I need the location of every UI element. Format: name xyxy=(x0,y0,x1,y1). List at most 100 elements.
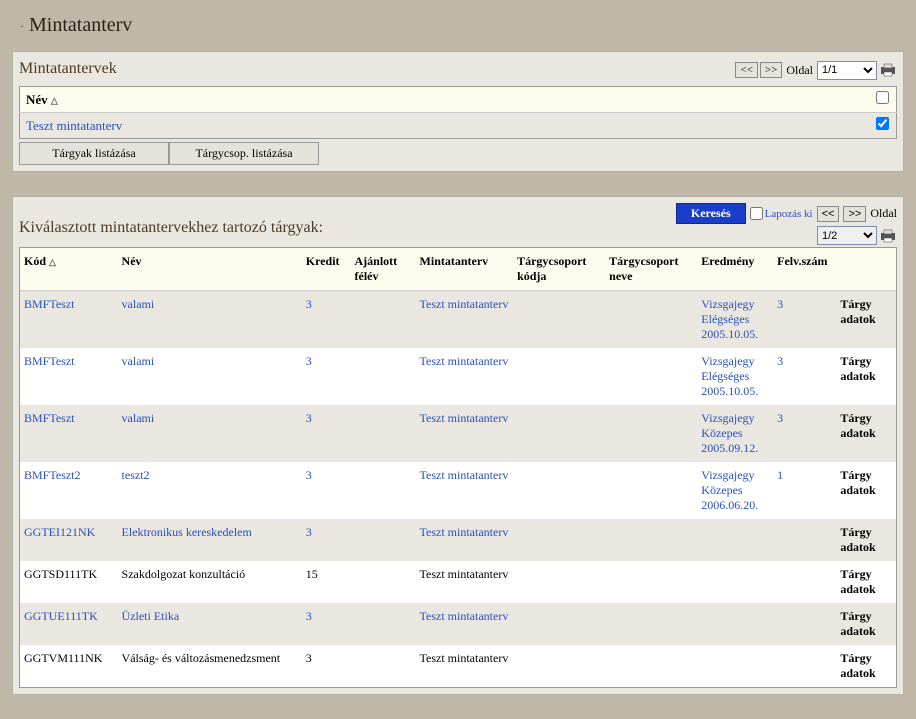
list-groups-button[interactable]: Tárgycsop. listázása xyxy=(169,142,319,165)
targy-adatok-link[interactable]: Tárgy adatok xyxy=(836,405,896,462)
col-select-all xyxy=(869,87,897,113)
cell-csoport-nev xyxy=(605,603,697,645)
cell-eredmeny xyxy=(697,645,773,687)
curriculum-checkbox[interactable] xyxy=(876,117,889,130)
curriculum-row: Teszt mintatanterv xyxy=(20,113,897,139)
cell-kredit: 3 xyxy=(302,645,351,687)
cell-kod: GGTVM111NK xyxy=(20,645,118,687)
cell-nev[interactable]: valami xyxy=(118,291,302,349)
panel2-next-button[interactable]: >> xyxy=(843,206,866,222)
sort-asc-icon: △ xyxy=(51,95,58,105)
panel1-page-select[interactable]: 1/1 xyxy=(817,61,877,80)
cell-csoport-kod xyxy=(513,561,605,603)
cell-nev[interactable]: Üzleti Etika xyxy=(118,603,302,645)
panel-curricula: Mintatantervek << >> Oldal 1/1 Név △ xyxy=(12,51,904,172)
col-nev[interactable]: Név △ xyxy=(20,87,869,113)
th-kod[interactable]: Kód △ xyxy=(20,248,118,291)
cell-kod[interactable]: BMFTeszt xyxy=(20,405,118,462)
cell-mintatanterv[interactable]: Teszt mintatanterv xyxy=(416,291,514,349)
th-ajanlott[interactable]: Ajánlott félév xyxy=(351,248,416,291)
cell-kredit: 3 xyxy=(302,519,351,561)
cell-nev[interactable]: Elektronikus kereskedelem xyxy=(118,519,302,561)
select-all-checkbox[interactable] xyxy=(876,91,889,104)
print-icon-2[interactable] xyxy=(879,229,897,243)
cell-felv xyxy=(773,561,836,603)
cell-kredit: 3 xyxy=(302,603,351,645)
curriculum-name[interactable]: Teszt mintatanterv xyxy=(20,113,869,139)
paging-off-text: Lapozás ki xyxy=(765,208,813,220)
cell-mintatanterv[interactable]: Teszt mintatanterv xyxy=(416,519,514,561)
cell-mintatanterv[interactable]: Teszt mintatanterv xyxy=(416,603,514,645)
th-csoport-nev[interactable]: Tárgycsoport neve xyxy=(605,248,697,291)
targy-adatok-link[interactable]: Tárgy adatok xyxy=(836,603,896,645)
cell-mintatanterv[interactable]: Teszt mintatanterv xyxy=(416,462,514,519)
cell-kod[interactable]: BMFTeszt2 xyxy=(20,462,118,519)
cell-csoport-nev xyxy=(605,291,697,349)
course-row: GGTUE111TKÜzleti Etika3 Teszt mintatanter… xyxy=(20,603,896,645)
cell-eredmeny[interactable]: Vizsgajegy Elégséges 2005.10.05. xyxy=(697,291,773,349)
targy-adatok-link[interactable]: Tárgy adatok xyxy=(836,291,896,349)
cell-ajanlott xyxy=(351,561,416,603)
targy-adatok-link[interactable]: Tárgy adatok xyxy=(836,462,896,519)
cell-felv xyxy=(773,603,836,645)
course-row: BMFTesztvalami3Teszt mintatantervVizsgaj… xyxy=(20,405,896,462)
targy-adatok-link[interactable]: Tárgy adatok xyxy=(836,561,896,603)
panel1-page-label: Oldal xyxy=(786,63,813,78)
th-felv[interactable]: Felv.szám xyxy=(773,248,836,291)
panel1-next-button[interactable]: >> xyxy=(760,62,782,78)
cell-ajanlott xyxy=(351,519,416,561)
cell-nev[interactable]: valami xyxy=(118,348,302,405)
cell-csoport-kod xyxy=(513,291,605,349)
cell-eredmeny xyxy=(697,519,773,561)
th-csoport-kod[interactable]: Tárgycsoport kódja xyxy=(513,248,605,291)
panel1-buttons: Tárgyak listázásaTárgycsop. listázása xyxy=(19,142,897,165)
cell-felv: 3 xyxy=(773,348,836,405)
paging-off-label[interactable]: Lapozás ki xyxy=(750,207,813,220)
targy-adatok-link[interactable]: Tárgy adatok xyxy=(836,348,896,405)
th-action xyxy=(836,248,896,291)
panel-courses: Keresés Lapozás ki << >> Oldal 1/2 Kivál… xyxy=(12,196,904,695)
th-kredit[interactable]: Kredit xyxy=(302,248,351,291)
th-nev[interactable]: Név xyxy=(118,248,302,291)
cell-nev[interactable]: teszt2 xyxy=(118,462,302,519)
list-subjects-button[interactable]: Tárgyak listázása xyxy=(19,142,169,165)
page-title: · Mintatanterv xyxy=(0,0,916,51)
th-mintatanterv[interactable]: Mintatanterv xyxy=(416,248,514,291)
course-row: GGTSD111TKSzakdolgozat konzultáció15Tesz… xyxy=(20,561,896,603)
bullet-icon: · xyxy=(20,19,24,33)
th-eredmeny[interactable]: Eredmény xyxy=(697,248,773,291)
cell-ajanlott xyxy=(351,462,416,519)
page-title-text: Mintatanterv xyxy=(29,14,132,36)
cell-mintatanterv[interactable]: Teszt mintatanterv xyxy=(416,348,514,405)
cell-eredmeny xyxy=(697,561,773,603)
print-icon[interactable] xyxy=(879,63,897,77)
sort-asc-icon: △ xyxy=(49,257,56,267)
panel1-pager: << >> Oldal 1/1 xyxy=(735,61,897,80)
cell-kod[interactable]: GGTEI121NK xyxy=(20,519,118,561)
cell-nev: Szakdolgozat konzultáció xyxy=(118,561,302,603)
panel2-prev-button[interactable]: << xyxy=(817,206,840,222)
panel2-page-select[interactable]: 1/2 xyxy=(817,226,877,245)
cell-ajanlott xyxy=(351,645,416,687)
paging-off-checkbox[interactable] xyxy=(750,207,763,220)
cell-kod[interactable]: BMFTeszt xyxy=(20,348,118,405)
panel-curricula-title: Mintatantervek xyxy=(19,58,117,82)
cell-eredmeny[interactable]: Vizsgajegy Közepes 2006.06.20. xyxy=(697,462,773,519)
cell-nev[interactable]: valami xyxy=(118,405,302,462)
cell-kod[interactable]: GGTUE111TK xyxy=(20,603,118,645)
panel-courses-title: Kiválasztott mintatantervekhez tartozó t… xyxy=(19,217,546,241)
cell-mintatanterv[interactable]: Teszt mintatanterv xyxy=(416,405,514,462)
cell-eredmeny[interactable]: Vizsgajegy Elégséges 2005.10.05. xyxy=(697,348,773,405)
cell-kod[interactable]: BMFTeszt xyxy=(20,291,118,349)
targy-adatok-link[interactable]: Tárgy adatok xyxy=(836,519,896,561)
cell-csoport-nev xyxy=(605,519,697,561)
cell-ajanlott xyxy=(351,348,416,405)
search-button[interactable]: Keresés xyxy=(676,203,746,224)
cell-eredmeny[interactable]: Vizsgajegy Közepes 2005.09.12. xyxy=(697,405,773,462)
cell-csoport-nev xyxy=(605,561,697,603)
targy-adatok-link[interactable]: Tárgy adatok xyxy=(836,645,896,687)
cell-csoport-kod xyxy=(513,348,605,405)
panel1-prev-button[interactable]: << xyxy=(735,62,757,78)
cell-nev: Válság- és változásmenedzsment xyxy=(118,645,302,687)
panel2-page-label: Oldal xyxy=(870,206,897,221)
